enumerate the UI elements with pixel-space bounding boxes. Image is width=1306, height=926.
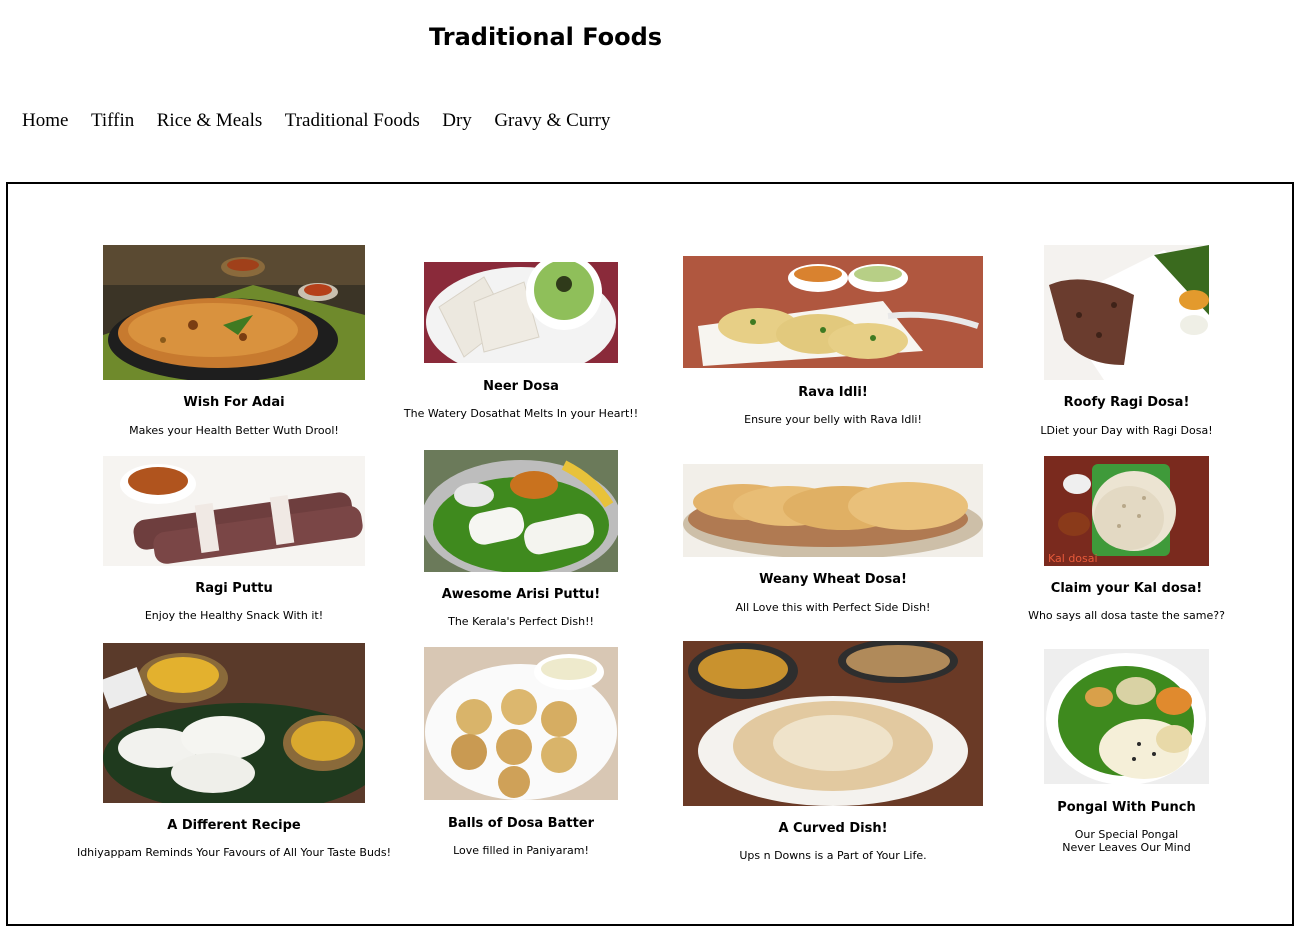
card-title: Balls of Dosa Batter: [447, 816, 595, 831]
neer-dosa-photo: [424, 262, 618, 363]
card-title: Claim your Kal dosa!: [1050, 581, 1203, 596]
food-card: Rava Idli! Ensure your belly with Rava I…: [683, 256, 983, 436]
appam-photo: [683, 641, 983, 806]
card-description: The Kerala's Perfect Dish!!: [448, 615, 594, 628]
food-card: Wish For Adai Makes your Health Better W…: [103, 245, 365, 445]
nav-traditional-foods[interactable]: Traditional Foods: [285, 108, 420, 134]
card-description: Our Special Pongal Never Leaves Our Mind: [1062, 828, 1191, 854]
nav-rice-meals[interactable]: Rice & Meals: [157, 108, 263, 134]
food-card: Weany Wheat Dosa! All Love this with Per…: [683, 464, 983, 634]
card-title: Weany Wheat Dosa!: [759, 572, 907, 587]
card-description: Ups n Downs is a Part of Your Life.: [739, 849, 927, 862]
page-title: Traditional Foods: [429, 23, 663, 51]
card-title: Neer Dosa: [483, 379, 559, 394]
arisi-puttu-photo: [424, 450, 618, 572]
card-title: Roofy Ragi Dosa!: [1063, 395, 1190, 410]
kal-dosa-photo: Kal dosai: [1044, 456, 1209, 566]
card-title: Wish For Adai: [183, 395, 285, 410]
nav-gravy-curry[interactable]: Gravy & Curry: [494, 108, 610, 134]
nav-tiffin[interactable]: Tiffin: [91, 108, 134, 134]
food-card: Awesome Arisi Puttu! The Kerala's Perfec…: [424, 450, 618, 640]
rava-idli-photo: [683, 256, 983, 368]
nav-home[interactable]: Home: [22, 108, 68, 134]
card-title: Rava Idli!: [798, 385, 868, 400]
image-caption: Kal dosai: [1048, 552, 1098, 565]
adai-photo: [103, 245, 365, 380]
card-description: Who says all dosa taste the same??: [1028, 609, 1225, 622]
card-description: LDiet your Day with Ragi Dosa!: [1040, 424, 1213, 437]
card-title: A Different Recipe: [167, 818, 301, 833]
card-title: Pongal With Punch: [1057, 800, 1196, 815]
main-nav: Home Tiffin Rice & Meals Traditional Foo…: [22, 108, 633, 134]
paniyaram-photo: [424, 647, 618, 800]
card-description: Ensure your belly with Rava Idli!: [744, 413, 922, 426]
card-description: All Love this with Perfect Side Dish!: [735, 601, 931, 614]
food-card: Pongal With Punch Our Special Pongal Nev…: [1044, 649, 1209, 869]
pongal-photo: [1044, 649, 1209, 784]
nav-dry[interactable]: Dry: [442, 108, 472, 134]
food-card: A Different Recipe Idhiyappam Reminds Yo…: [77, 643, 391, 873]
card-title: Awesome Arisi Puttu!: [441, 587, 601, 602]
food-card: Neer Dosa The Watery Dosathat Melts In y…: [404, 262, 638, 442]
ragi-puttu-photo: [103, 456, 365, 566]
food-card: Roofy Ragi Dosa! LDiet your Day with Rag…: [1040, 245, 1213, 445]
food-card: Balls of Dosa Batter Love filled in Pani…: [424, 647, 618, 867]
food-card: Ragi Puttu Enjoy the Healthy Snack With …: [103, 456, 365, 636]
wheat-dosa-photo: [683, 464, 983, 557]
food-card: Kal dosai Claim your Kal dosa! Who says …: [1028, 456, 1225, 636]
idiyappam-photo: [103, 643, 365, 803]
food-card: A Curved Dish! Ups n Downs is a Part of …: [683, 641, 983, 871]
card-title: A Curved Dish!: [778, 821, 888, 836]
ragi-dosa-photo: [1044, 245, 1209, 380]
food-gallery: Wish For Adai Makes your Health Better W…: [6, 182, 1294, 926]
card-description: Makes your Health Better Wuth Drool!: [129, 424, 339, 437]
card-title: Ragi Puttu: [195, 581, 273, 596]
